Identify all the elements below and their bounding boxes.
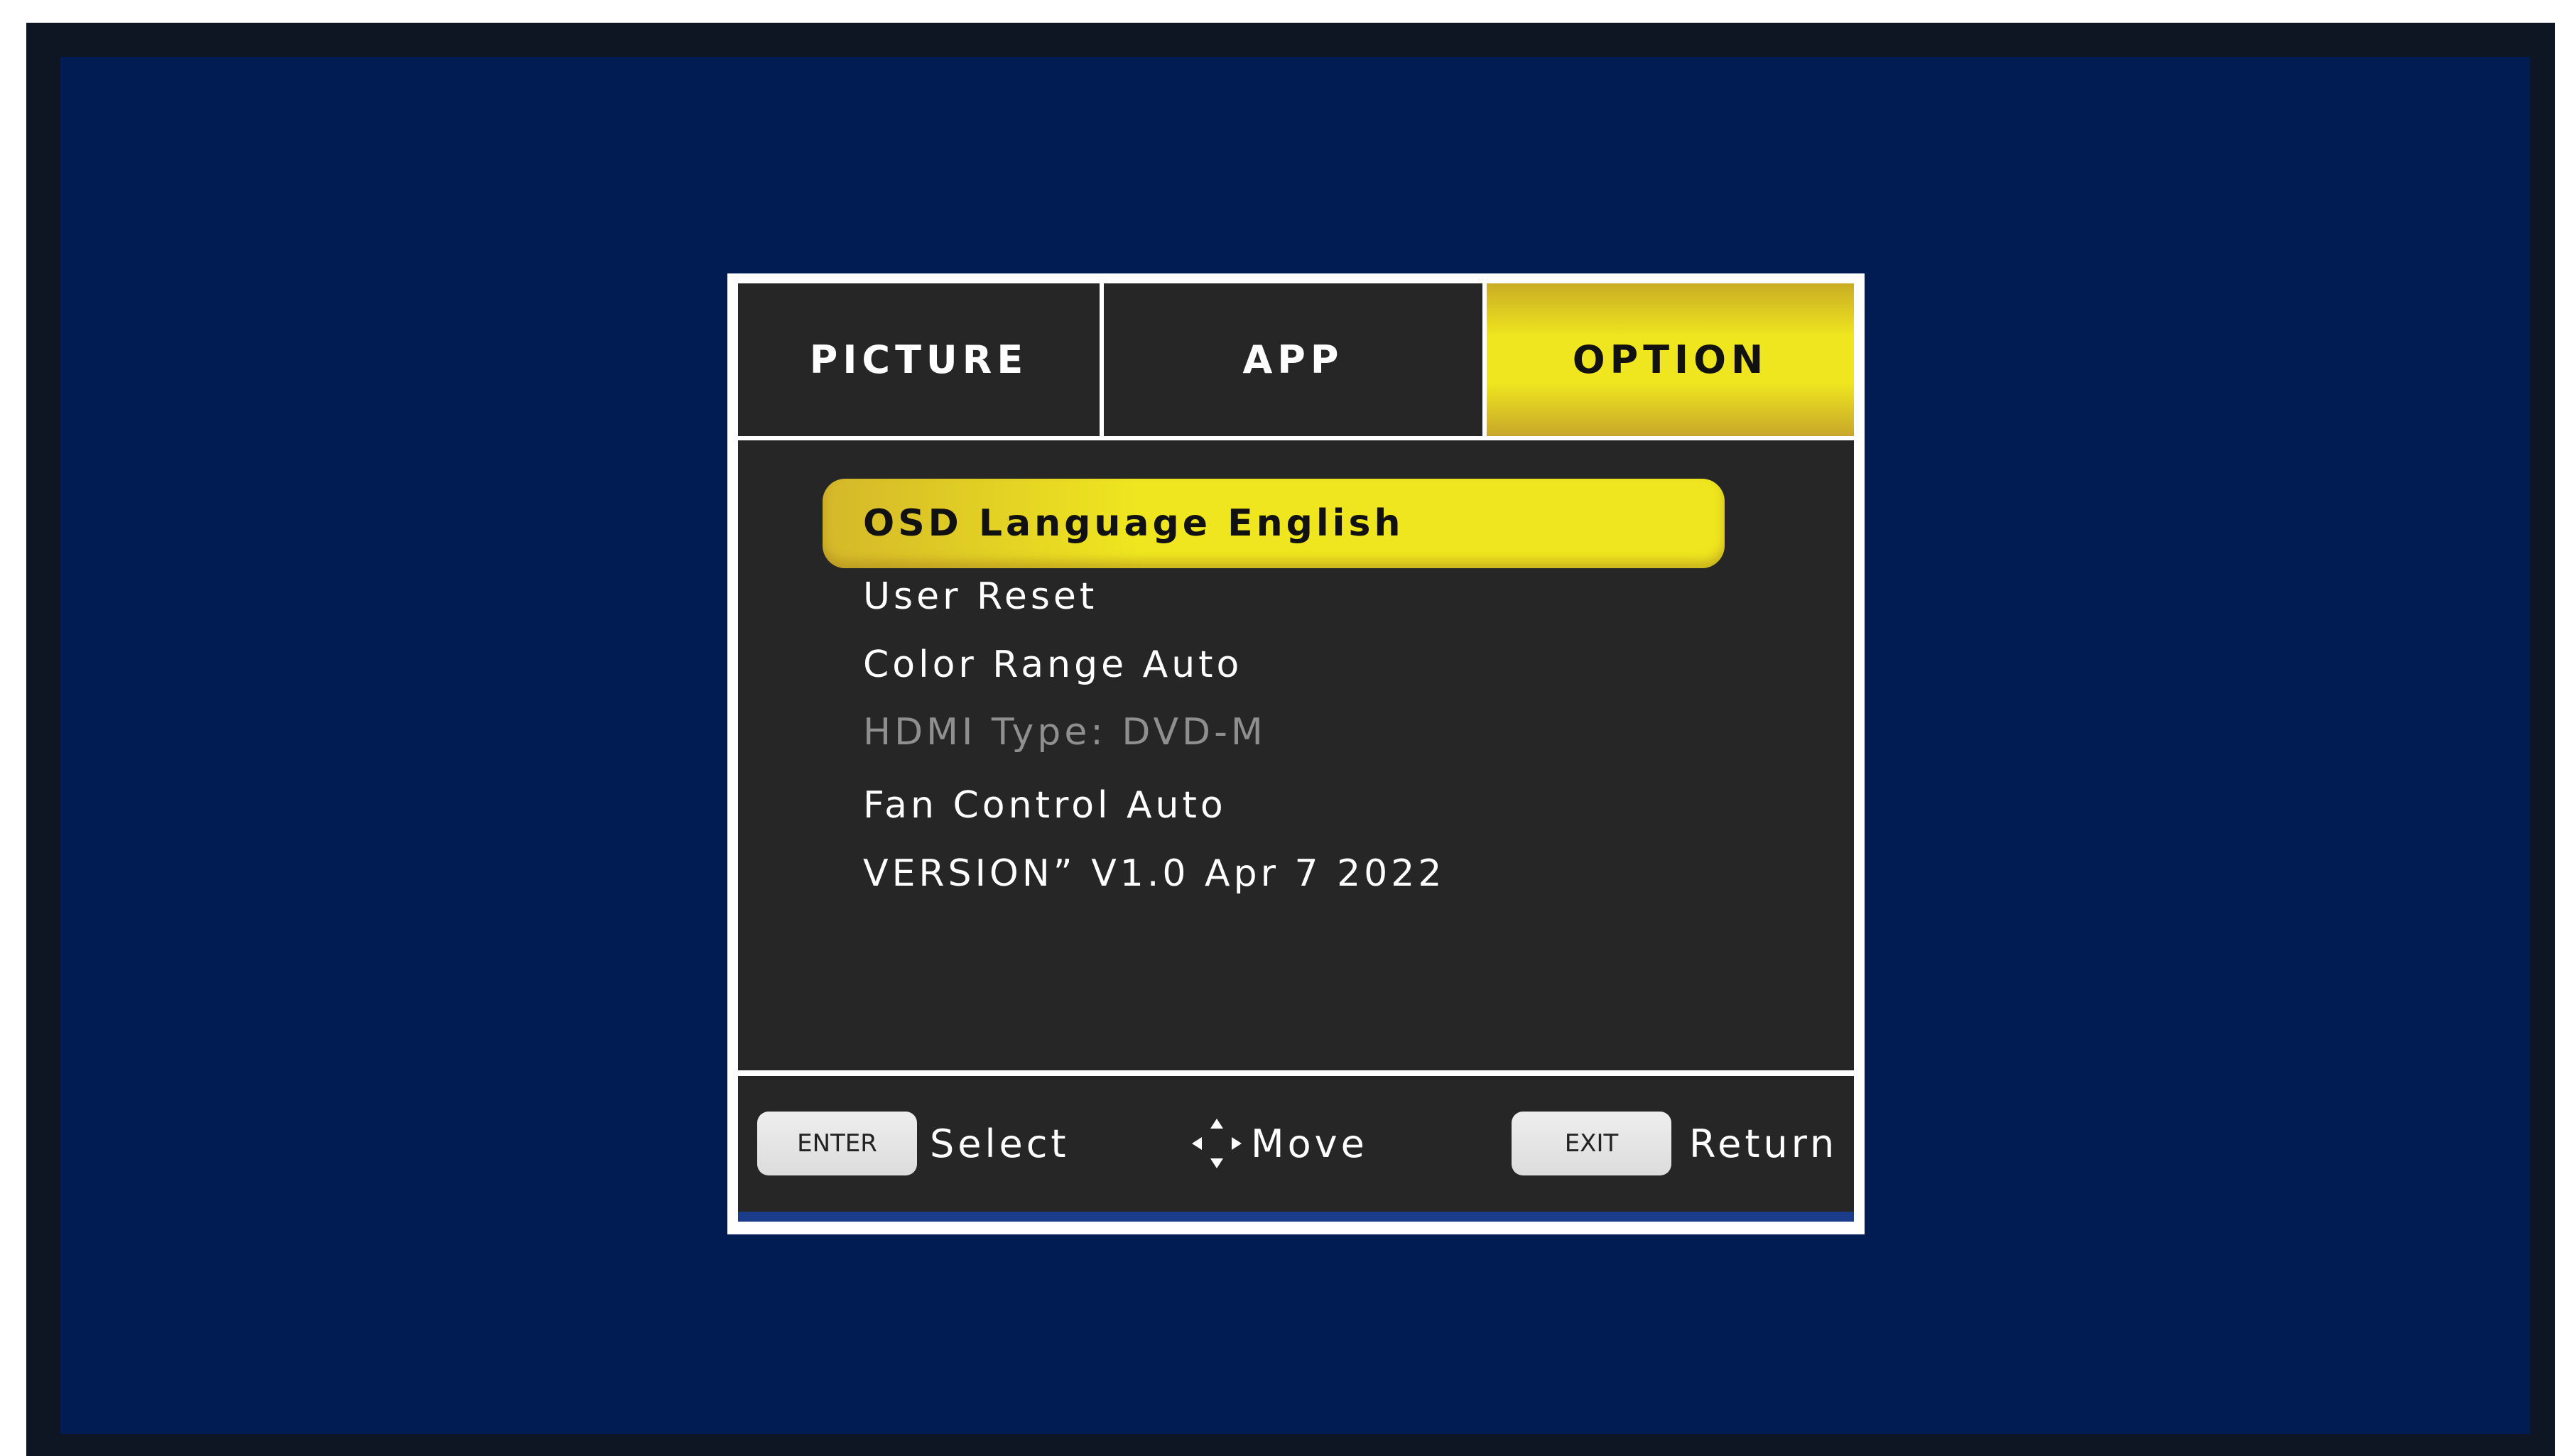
move-hint-label: Move <box>1251 1121 1368 1166</box>
osd-footer-hints: ENTER Select Move EXIT Return <box>738 1076 1854 1222</box>
select-hint-label: Select <box>930 1121 1070 1166</box>
menu-item-version: VERSION” V1.0 Apr 7 2022 <box>863 852 1445 895</box>
osd-menu: PICTURE APP OPTION OSD Language English … <box>727 273 1865 1234</box>
tab-picture[interactable]: PICTURE <box>738 283 1100 436</box>
menu-item-fan-control[interactable]: Fan Control Auto <box>863 784 1227 827</box>
menu-item-user-reset[interactable]: User Reset <box>863 575 1097 618</box>
dpad-arrows-icon <box>1192 1119 1242 1168</box>
exit-key-button[interactable]: EXIT <box>1512 1112 1671 1175</box>
enter-key-button[interactable]: ENTER <box>757 1112 917 1175</box>
menu-item-osd-language-selected[interactable]: OSD Language English <box>823 479 1725 568</box>
tab-app[interactable]: APP <box>1104 283 1482 436</box>
osd-tab-bar: PICTURE APP OPTION <box>738 283 1854 436</box>
return-hint-label: Return <box>1689 1121 1838 1166</box>
option-menu-panel: OSD Language English User Reset Color Ra… <box>738 440 1854 1070</box>
menu-item-hdmi-type: HDMI Type: DVD-M <box>863 711 1266 754</box>
menu-item-color-range[interactable]: Color Range Auto <box>863 643 1242 686</box>
tab-option[interactable]: OPTION <box>1487 283 1854 436</box>
